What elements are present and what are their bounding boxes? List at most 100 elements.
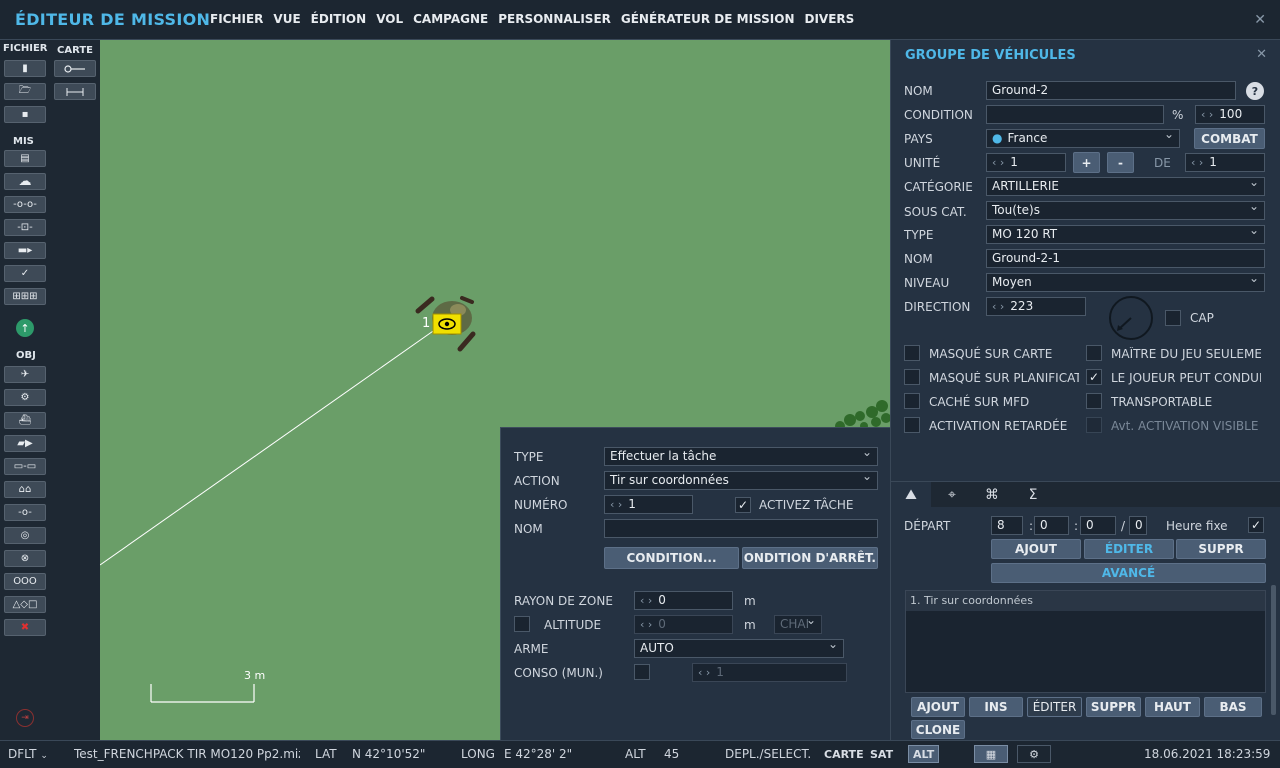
static-button[interactable]: ▭-▭ bbox=[4, 458, 46, 475]
combat-button[interactable]: COMBAT bbox=[1194, 128, 1265, 149]
ground-unit-button[interactable]: ▰▶ bbox=[4, 435, 46, 452]
menu-vue[interactable]: VUE bbox=[273, 12, 300, 26]
type-select[interactable]: MO 120 RT bbox=[986, 225, 1265, 244]
save-file-button[interactable]: ▪ bbox=[4, 106, 46, 123]
waypoint-delete-button[interactable]: SUPPR bbox=[1176, 539, 1266, 559]
unit-count-input[interactable]: ‹ › 1 bbox=[1185, 153, 1265, 172]
arme-select[interactable]: AUTO bbox=[634, 639, 844, 658]
conso-input[interactable]: ‹ › 1 bbox=[692, 663, 847, 682]
task-delete-button[interactable]: SUPPR bbox=[1086, 697, 1141, 717]
up-arrow-icon[interactable]: ↑ bbox=[16, 319, 34, 337]
nav-point-button[interactable]: -o- bbox=[4, 504, 46, 521]
country-select[interactable]: ● France bbox=[986, 129, 1180, 148]
altitude-input[interactable]: ‹ › 0 bbox=[634, 615, 733, 634]
probability-input[interactable]: ‹ › 100 bbox=[1195, 105, 1265, 124]
conso-checkbox[interactable] bbox=[634, 664, 650, 680]
flag-button[interactable]: ▬▸ bbox=[4, 242, 46, 259]
tab-route[interactable]: ⛰ bbox=[891, 482, 931, 508]
task-numero-input[interactable]: ‹ › 1 bbox=[604, 495, 693, 514]
condition-arret-button[interactable]: CONDITION D'ARRÊT... bbox=[742, 547, 878, 569]
hidden-on-planner-checkbox[interactable] bbox=[904, 369, 920, 385]
scrollbar[interactable] bbox=[1271, 585, 1276, 715]
game-master-checkbox[interactable] bbox=[1086, 345, 1102, 361]
menu-personnaliser[interactable]: PERSONNALISER bbox=[498, 12, 611, 26]
unit-index-input[interactable]: ‹ › 1 bbox=[986, 153, 1066, 172]
grid-button[interactable]: ⊞⊞⊞ bbox=[4, 288, 46, 305]
new-file-button[interactable]: ▮ bbox=[4, 60, 46, 77]
cap-checkbox[interactable] bbox=[1165, 310, 1181, 326]
task-list-item[interactable]: 1. Tir sur coordonnées bbox=[906, 591, 1265, 611]
altitude-checkbox[interactable] bbox=[514, 616, 530, 632]
task-insert-button[interactable]: INS bbox=[969, 697, 1023, 717]
add-unit-button[interactable]: + bbox=[1073, 152, 1100, 173]
heure-fixe-checkbox[interactable]: ✓ bbox=[1248, 517, 1264, 533]
map-key-button[interactable] bbox=[54, 60, 96, 77]
close-icon[interactable]: ✕ bbox=[1254, 12, 1266, 28]
depart-minute-input[interactable]: 0 bbox=[1034, 516, 1069, 535]
altitude-ref-select[interactable]: CHAI bbox=[774, 615, 822, 634]
weather-button[interactable]: ☁ bbox=[4, 173, 46, 190]
briefing-button[interactable]: ▤ bbox=[4, 150, 46, 167]
delete-button[interactable]: ✖ bbox=[4, 619, 46, 636]
group-name-input[interactable]: Ground-2 bbox=[986, 81, 1236, 100]
depart-second-input[interactable]: 0 bbox=[1080, 516, 1116, 535]
aircraft-button[interactable]: ✈ bbox=[4, 366, 46, 383]
advanced-button[interactable]: AVANCÉ bbox=[991, 563, 1266, 583]
hidden-on-map-checkbox[interactable] bbox=[904, 345, 920, 361]
skill-select[interactable]: Moyen bbox=[986, 273, 1265, 292]
helicopter-button[interactable]: ⚙ bbox=[4, 389, 46, 406]
waypoint-add-button[interactable]: AJOUT bbox=[991, 539, 1081, 559]
waypoint-button[interactable]: -o-o- bbox=[4, 196, 46, 213]
profile-select[interactable]: DFLT ⌄ bbox=[8, 747, 48, 761]
exit-icon[interactable]: ⇥ bbox=[16, 709, 34, 727]
subcategory-select[interactable]: Tou(te)s bbox=[986, 201, 1265, 220]
task-clone-button[interactable]: CLONE bbox=[911, 720, 965, 739]
visible-before-activation-checkbox[interactable] bbox=[1086, 417, 1102, 433]
transportable-checkbox[interactable] bbox=[1086, 393, 1102, 409]
menu-vol[interactable]: VOL bbox=[376, 12, 403, 26]
tab-summary[interactable]: Σ bbox=[1013, 482, 1053, 508]
template-button[interactable]: ⌂⌂ bbox=[4, 481, 46, 498]
condition-button[interactable]: CONDITION... bbox=[604, 547, 739, 569]
sat-view-button[interactable]: SAT bbox=[866, 745, 897, 763]
tab-loadout[interactable]: ⌘ bbox=[972, 482, 1012, 508]
check-button[interactable]: ✓ bbox=[4, 265, 46, 282]
settings-button[interactable]: ⚙ bbox=[1017, 745, 1051, 763]
rayon-input[interactable]: ‹ › 0 bbox=[634, 591, 733, 610]
category-select[interactable]: ARTILLERIE bbox=[986, 177, 1265, 196]
activez-tache-checkbox[interactable]: ✓ bbox=[735, 497, 751, 513]
waypoint-edit-button[interactable]: ÉDITER bbox=[1084, 539, 1174, 559]
menu-generateur[interactable]: GÉNÉRATEUR DE MISSION bbox=[621, 12, 795, 26]
condition-input[interactable] bbox=[986, 105, 1164, 124]
shapes-button[interactable]: △◇□ bbox=[4, 596, 46, 613]
group-button[interactable]: OOO bbox=[4, 573, 46, 590]
unit-name-input[interactable]: Ground-2-1 bbox=[986, 249, 1265, 268]
remove-unit-button[interactable]: - bbox=[1107, 152, 1134, 173]
ship-button[interactable]: ⛴ bbox=[4, 412, 46, 429]
menu-fichier[interactable]: FICHIER bbox=[210, 12, 263, 26]
depart-hour-input[interactable]: 8 bbox=[991, 516, 1023, 535]
alt-view-button[interactable]: ALT bbox=[908, 745, 940, 763]
task-nom-input[interactable] bbox=[604, 519, 878, 538]
remove-button[interactable]: ⊗ bbox=[4, 550, 46, 567]
tab-targets[interactable]: ⌖ bbox=[932, 482, 972, 508]
player-can-drive-checkbox[interactable]: ✓ bbox=[1086, 369, 1102, 385]
help-icon[interactable]: ? bbox=[1246, 82, 1264, 100]
task-type-select[interactable]: Effectuer la tâche bbox=[604, 447, 878, 466]
heading-dial[interactable] bbox=[1108, 295, 1154, 341]
task-up-button[interactable]: HAUT bbox=[1145, 697, 1200, 717]
task-edit-button[interactable]: ÉDITER bbox=[1027, 697, 1082, 717]
carte-view-button[interactable]: CARTE bbox=[820, 745, 868, 763]
map-layer-button[interactable]: ▦ bbox=[974, 745, 1008, 763]
depart-day-input[interactable]: 0 bbox=[1129, 516, 1147, 535]
close-icon[interactable]: ✕ bbox=[1256, 47, 1267, 62]
bullseye-button[interactable]: ◎ bbox=[4, 527, 46, 544]
task-add-button[interactable]: AJOUT bbox=[911, 697, 965, 717]
task-down-button[interactable]: BAS bbox=[1204, 697, 1262, 717]
menu-campagne[interactable]: CAMPAGNE bbox=[413, 12, 488, 26]
heading-input[interactable]: ‹ › 223 bbox=[986, 297, 1086, 316]
menu-edition[interactable]: ÉDITION bbox=[311, 12, 367, 26]
trigger-zone-button[interactable]: -⊡- bbox=[4, 219, 46, 236]
hidden-on-mfd-checkbox[interactable] bbox=[904, 393, 920, 409]
late-activation-checkbox[interactable] bbox=[904, 417, 920, 433]
